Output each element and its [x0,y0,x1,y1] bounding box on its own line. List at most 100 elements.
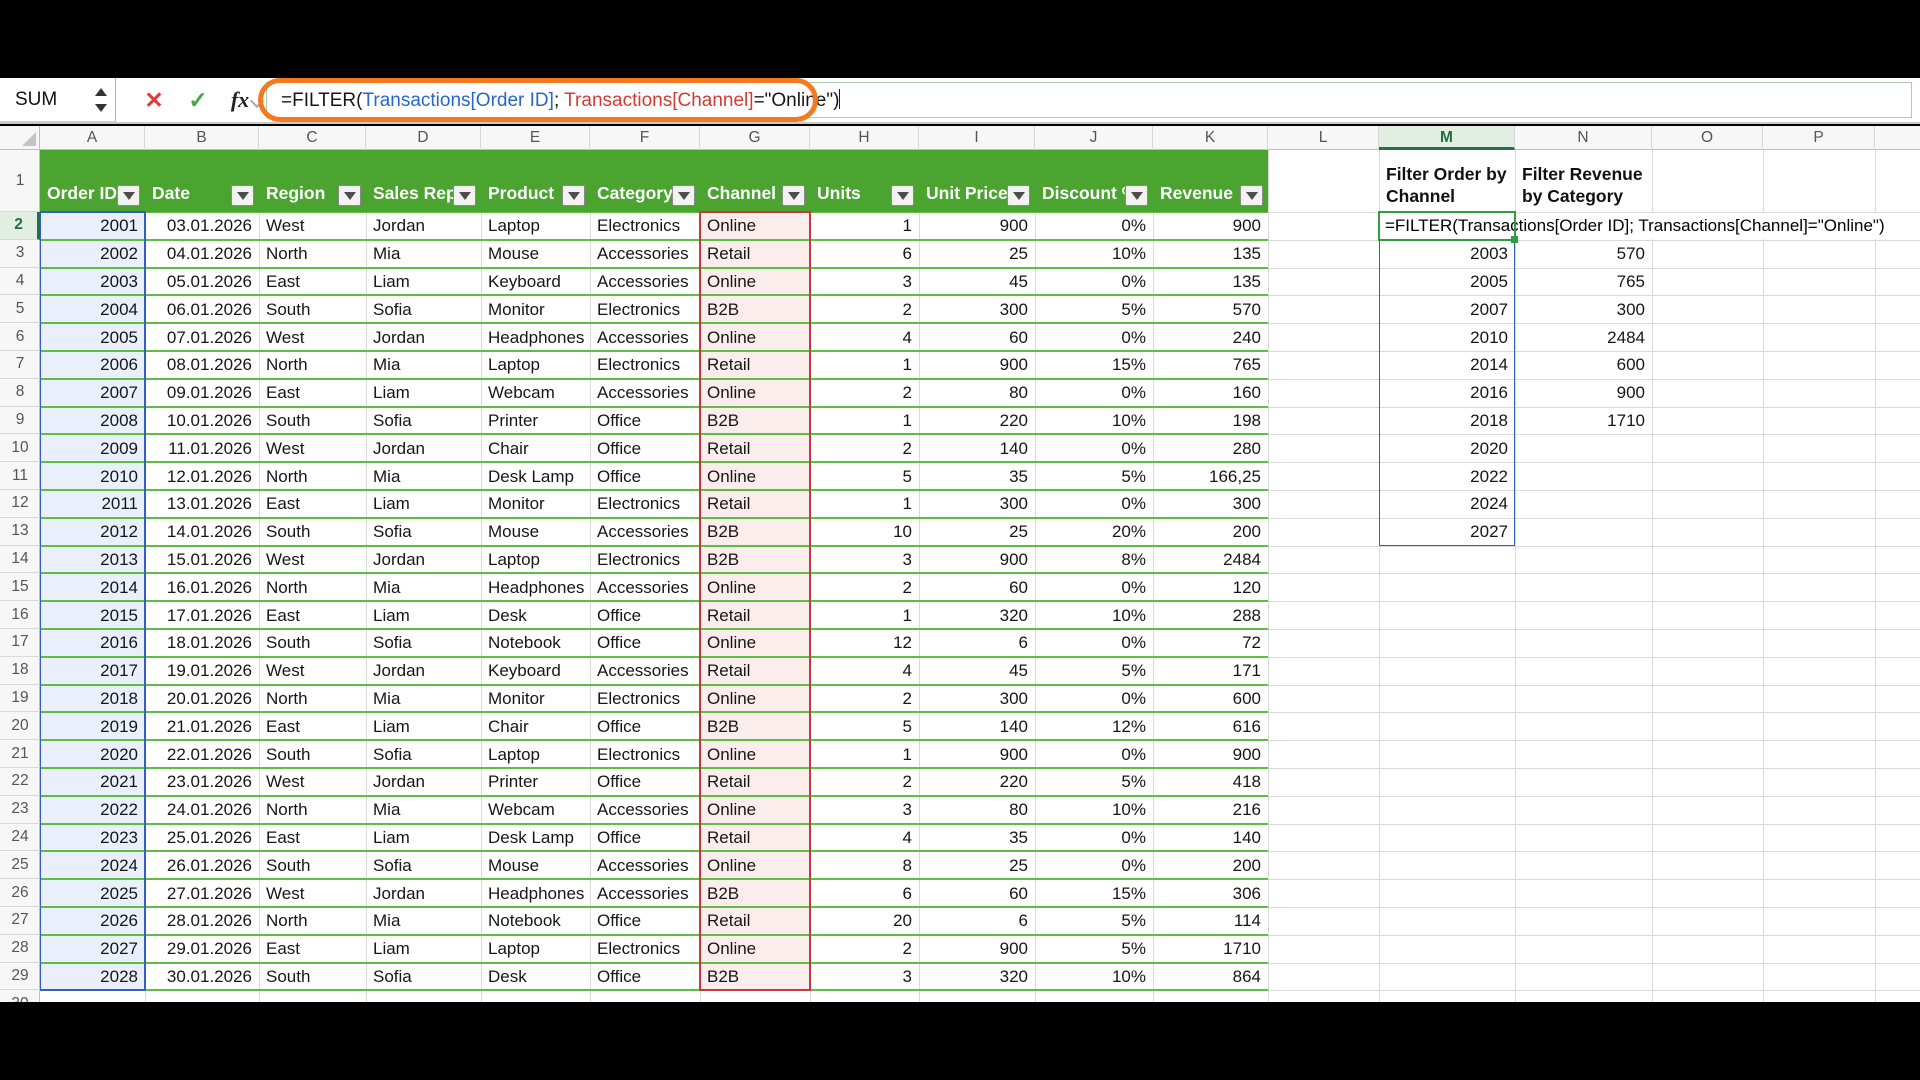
cell[interactable]: 0% [1035,490,1153,518]
cell[interactable]: Electronics [590,212,700,240]
cell[interactable]: 15% [1035,351,1153,379]
cell[interactable]: East [259,601,366,629]
cell[interactable]: Monitor [481,295,590,323]
cell[interactable]: 200 [1153,518,1268,546]
cell[interactable]: B2B [700,963,810,991]
spill-cell[interactable]: 2024 [1379,490,1515,518]
cell[interactable]: Webcam [481,379,590,407]
cell[interactable]: 12.01.2026 [145,462,259,490]
cell[interactable]: West [259,212,366,240]
cell[interactable]: East [259,824,366,852]
cell[interactable]: B2B [700,407,810,435]
cell[interactable]: 09.01.2026 [145,379,259,407]
cell[interactable]: Office [590,434,700,462]
column-header-D[interactable]: D [366,126,481,150]
cell[interactable]: 10% [1035,407,1153,435]
cell[interactable]: Laptop [481,546,590,574]
cell[interactable]: 171 [1153,657,1268,685]
row-header-18[interactable]: 18 [0,657,40,685]
cell[interactable]: Electronics [590,685,700,713]
row-header-8[interactable]: 8 [0,379,40,407]
cell[interactable]: 2013 [40,546,145,574]
cell[interactable]: East [259,712,366,740]
cell[interactable]: 240 [1153,323,1268,351]
cell[interactable]: Online [700,379,810,407]
cell[interactable]: Desk [481,601,590,629]
cell[interactable]: 300 [1153,490,1268,518]
cell[interactable]: Online [700,935,810,963]
cell[interactable]: 2484 [1153,546,1268,574]
cell[interactable]: Retail [700,907,810,935]
cell[interactable]: Office [590,629,700,657]
cell[interactable]: 10.01.2026 [145,407,259,435]
cell[interactable]: 29.01.2026 [145,935,259,963]
cell[interactable]: 72 [1153,629,1268,657]
cell[interactable]: 900 [919,740,1035,768]
cell[interactable]: Sofia [366,295,481,323]
cell[interactable]: 8% [1035,546,1153,574]
name-box-spinner[interactable] [93,86,107,114]
cell[interactable]: 1 [810,740,919,768]
cell[interactable]: 2006 [40,351,145,379]
cell[interactable]: 0% [1035,212,1153,240]
table-header-cell-region[interactable]: Region [259,150,366,212]
cell[interactable]: Laptop [481,351,590,379]
spill-cell[interactable]: 2005 [1379,268,1515,296]
cell[interactable]: 4 [810,657,919,685]
cell[interactable]: Notebook [481,629,590,657]
cell[interactable]: Jordan [366,323,481,351]
spill-cell[interactable]: 2007 [1379,295,1515,323]
result-cell[interactable]: 1710 [1515,407,1652,435]
cell[interactable]: Mia [366,685,481,713]
cell[interactable]: 320 [919,601,1035,629]
filter-dropdown-icon[interactable] [672,185,695,206]
cell[interactable]: Liam [366,824,481,852]
cell[interactable]: 3 [810,546,919,574]
cell[interactable]: Sofia [366,740,481,768]
cell[interactable]: 2003 [40,268,145,296]
cell[interactable]: Accessories [590,323,700,351]
cell[interactable]: 1 [810,407,919,435]
cell[interactable]: 135 [1153,240,1268,268]
cell[interactable]: 200 [1153,851,1268,879]
column-header-G[interactable]: G [700,126,810,150]
row-header-20[interactable]: 20 [0,712,40,740]
cell[interactable]: Accessories [590,240,700,268]
column-header-L[interactable]: L [1268,126,1379,150]
cell[interactable]: 2010 [40,462,145,490]
cell[interactable]: 14.01.2026 [145,518,259,546]
cell[interactable]: Online [700,796,810,824]
cell[interactable]: Retail [700,351,810,379]
cell[interactable]: 80 [919,379,1035,407]
cell[interactable]: North [259,907,366,935]
cell[interactable]: Mia [366,796,481,824]
row-header-7[interactable]: 7 [0,351,40,379]
cell[interactable]: West [259,879,366,907]
table-header-cell-product[interactable]: Product [481,150,590,212]
cell[interactable]: 0% [1035,685,1153,713]
cell[interactable]: 22.01.2026 [145,740,259,768]
cell[interactable]: 0% [1035,629,1153,657]
row-header-17[interactable]: 17 [0,629,40,657]
cell[interactable]: 765 [1153,351,1268,379]
cell[interactable]: East [259,268,366,296]
row-header-13[interactable]: 13 [0,518,40,546]
cell[interactable]: 2017 [40,657,145,685]
cell[interactable]: Accessories [590,268,700,296]
cell[interactable]: Office [590,907,700,935]
cell[interactable]: 1 [810,351,919,379]
cell[interactable]: Online [700,740,810,768]
cell[interactable]: 27.01.2026 [145,879,259,907]
filter-dropdown-icon[interactable] [562,185,585,206]
column-header-N[interactable]: N [1515,126,1652,150]
column-header-P[interactable]: P [1763,126,1875,150]
cell[interactable]: 45 [919,657,1035,685]
cell[interactable]: 2 [810,573,919,601]
cell[interactable]: West [259,546,366,574]
table-header-cell-discount-[interactable]: Discount % [1035,150,1153,212]
cancel-icon[interactable]: ✕ [136,78,172,122]
cell[interactable]: 10% [1035,963,1153,991]
row-header-19[interactable]: 19 [0,685,40,713]
cell[interactable]: Keyboard [481,657,590,685]
cell[interactable]: 5% [1035,935,1153,963]
